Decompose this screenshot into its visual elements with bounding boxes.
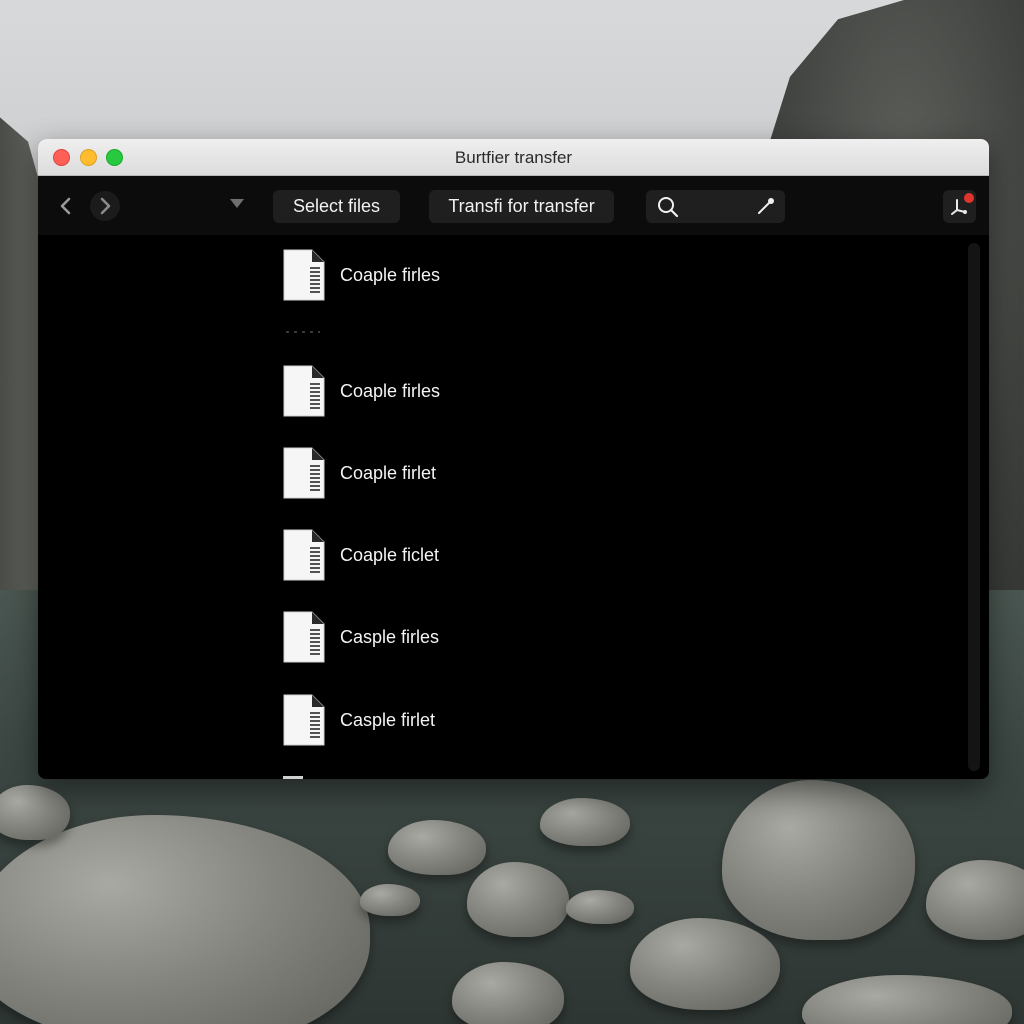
wallpaper-rock [630,918,780,1010]
document-icon [283,447,325,499]
file-name: Casple firlet [340,709,436,730]
vertical-scrollbar[interactable] [968,243,980,771]
partial-file-icon [283,776,303,779]
app-window: Burtfier transfer Select files Transfi f… [38,139,989,779]
document-icon [283,249,325,301]
file-list: Coaple firles Coaple firles Coaple firlet C… [38,235,989,779]
file-name: Coaple firles [340,380,441,401]
wallpaper-rock [360,884,420,916]
wallpaper-rock [566,890,634,924]
file-list-item[interactable]: Coaple ficlet [282,528,542,582]
wallpaper-rock [388,820,486,875]
file-name: Coaple firlet [340,462,437,483]
file-list-item[interactable]: Coaple firlet [282,446,542,500]
file-list-item[interactable]: Coaple firles [282,364,542,418]
share-user-button[interactable] [943,190,976,223]
back-button[interactable] [51,191,81,221]
forward-button[interactable] [90,191,120,221]
document-icon [283,529,325,581]
file-name: Coaple ficlet [340,544,440,565]
separator [286,331,320,333]
file-list-item[interactable]: Coaple firles [282,248,542,302]
title-bar[interactable]: Burtfier transfer [38,139,989,176]
file-name: Coaple firles [340,264,441,285]
wallpaper-rock [467,862,569,937]
chevron-left-icon [60,197,71,215]
file-list-item[interactable]: Casple firles [282,610,542,664]
file-name: Casple firles [340,626,440,647]
document-icon [283,694,325,746]
window-title: Burtfier transfer [454,148,573,167]
document-icon [283,365,325,417]
search-icon [658,197,679,218]
search-input[interactable] [686,195,748,217]
select-files-button[interactable]: Select files [273,190,400,223]
wallpaper-rock [540,798,630,846]
toolbar: Select files Transfi for transfer [38,176,989,235]
chevron-right-icon [100,197,111,215]
transfer-button[interactable]: Transfi for transfer [429,190,614,223]
caret-down-icon[interactable] [230,199,244,208]
search-field[interactable] [646,190,785,223]
file-list-item[interactable]: Casple firlet [282,693,542,747]
document-icon [283,611,325,663]
eyedropper-icon[interactable] [756,196,776,216]
notification-badge [964,193,974,203]
wallpaper-rock [722,780,915,940]
